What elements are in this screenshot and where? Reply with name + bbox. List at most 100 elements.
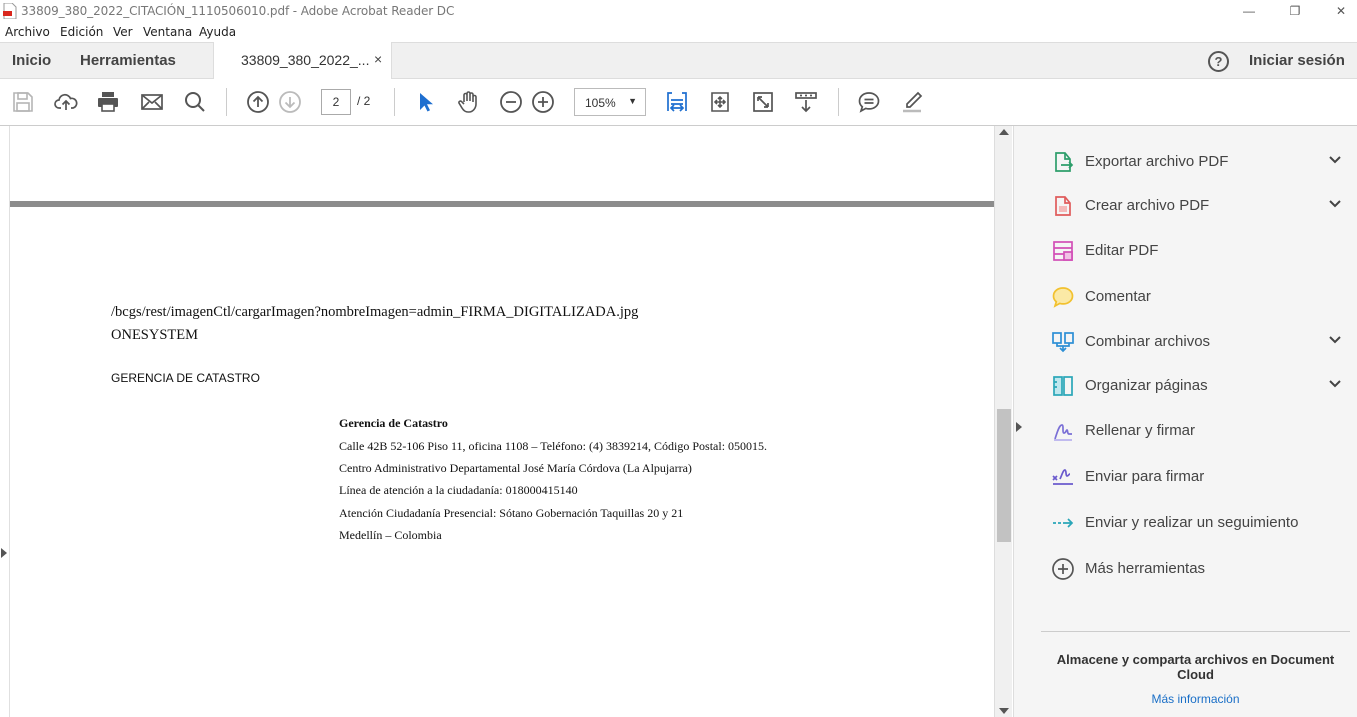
page-number-input[interactable]: 2 bbox=[321, 89, 351, 115]
tool-label: Comentar bbox=[1085, 288, 1151, 305]
document-image-path: /bcgs/rest/imagenCtl/cargarImagen?nombre… bbox=[111, 304, 639, 320]
prev-page-icon[interactable] bbox=[245, 89, 271, 115]
tool-edit-pdf[interactable]: Editar PDF bbox=[1050, 236, 1350, 266]
zoom-in-icon[interactable] bbox=[530, 89, 556, 115]
close-tab-icon[interactable]: × bbox=[374, 51, 382, 67]
scroll-down-icon[interactable] bbox=[999, 708, 1009, 714]
print-icon[interactable] bbox=[95, 89, 121, 115]
page-total: / 2 bbox=[357, 94, 371, 108]
restore-button[interactable]: ❐ bbox=[1272, 0, 1318, 22]
page-border bbox=[9, 126, 10, 717]
zoom-select[interactable]: 105% ▼ bbox=[574, 88, 646, 116]
fit-page-icon[interactable] bbox=[664, 89, 690, 115]
tool-label: Crear archivo PDF bbox=[1085, 197, 1210, 214]
document-viewer[interactable]: /bcgs/rest/imagenCtl/cargarImagen?nombre… bbox=[0, 126, 1023, 717]
toolbar-separator bbox=[226, 88, 227, 116]
comment-icon[interactable] bbox=[856, 89, 882, 115]
full-screen-icon[interactable] bbox=[750, 89, 776, 115]
tab-document[interactable]: 33809_380_2022_... × bbox=[213, 42, 392, 79]
menu-ver[interactable]: Ver bbox=[113, 25, 133, 39]
menu-archivo[interactable]: Archivo bbox=[5, 25, 50, 39]
more-tools-icon bbox=[1050, 556, 1076, 582]
tab-bar: Inicio Herramientas 33809_380_2022_... ×… bbox=[0, 42, 1357, 79]
zoom-value: 105% bbox=[585, 96, 616, 110]
comment-tool-icon bbox=[1050, 284, 1076, 310]
page-separator bbox=[10, 201, 994, 207]
zoom-out-icon[interactable] bbox=[498, 89, 524, 115]
tool-fill-sign[interactable]: Rellenar y firmar bbox=[1050, 416, 1350, 446]
menu-ventana[interactable]: Ventana bbox=[143, 25, 192, 39]
toolbar-separator bbox=[838, 88, 839, 116]
footer-attention: Atención Ciudadanía Presencial: Sótano G… bbox=[339, 506, 684, 520]
save-icon[interactable] bbox=[10, 89, 36, 115]
document-cloud-message: Almacene y comparta archivos en Document… bbox=[1056, 652, 1335, 682]
panel-divider bbox=[1041, 631, 1350, 632]
minimize-button[interactable]: — bbox=[1226, 0, 1272, 22]
chevron-down-icon[interactable] bbox=[1328, 197, 1342, 211]
tool-label: Enviar para firmar bbox=[1085, 468, 1205, 485]
title-bar: 33809_380_2022_CITACIÓN_1110506010.pdf -… bbox=[0, 0, 1357, 22]
tool-label: Enviar y realizar un seguimiento bbox=[1085, 514, 1299, 531]
footer-center: Centro Administrativo Departamental José… bbox=[339, 461, 692, 475]
right-panel-toggle-icon[interactable] bbox=[1016, 422, 1022, 432]
search-icon[interactable] bbox=[182, 89, 208, 115]
tool-label: Rellenar y firmar bbox=[1085, 422, 1196, 439]
close-window-button[interactable]: ✕ bbox=[1318, 0, 1357, 22]
tools-panel: Exportar archivo PDF Crear archivo PDF E… bbox=[1013, 126, 1357, 717]
send-sign-icon bbox=[1050, 464, 1076, 490]
upload-icon[interactable] bbox=[53, 89, 79, 115]
tool-combine-files[interactable]: Combinar archivos bbox=[1050, 327, 1350, 357]
tool-label: Más herramientas bbox=[1085, 560, 1206, 577]
chevron-down-icon: ▼ bbox=[628, 96, 637, 106]
window-title: 33809_380_2022_CITACIÓN_1110506010.pdf -… bbox=[21, 4, 455, 18]
tool-export-pdf[interactable]: Exportar archivo PDF bbox=[1050, 147, 1350, 177]
scroll-thumb[interactable] bbox=[997, 409, 1011, 542]
tool-comment[interactable]: Comentar bbox=[1050, 282, 1350, 312]
menu-bar: Archivo Edición Ver Ventana Ayuda bbox=[0, 22, 1357, 42]
footer-city: Medellín – Colombia bbox=[339, 528, 442, 542]
more-info-link[interactable]: Más información bbox=[1041, 692, 1350, 706]
chevron-down-icon[interactable] bbox=[1328, 153, 1342, 167]
document-company: ONESYSTEM bbox=[111, 327, 199, 343]
create-pdf-icon bbox=[1050, 193, 1076, 219]
document-tab-label: 33809_380_2022_... bbox=[241, 52, 370, 68]
document-department: GERENCIA DE CATASTRO bbox=[111, 371, 260, 385]
edit-pdf-icon bbox=[1050, 238, 1076, 264]
footer-phone: Línea de atención a la ciudadanía: 01800… bbox=[339, 483, 578, 497]
tab-home[interactable]: Inicio bbox=[12, 52, 51, 69]
highlight-icon[interactable] bbox=[899, 89, 925, 115]
tool-create-pdf[interactable]: Crear archivo PDF bbox=[1050, 191, 1350, 221]
footer-heading: Gerencia de Catastro bbox=[339, 416, 448, 430]
footer-address: Calle 42B 52-106 Piso 11, oficina 1108 –… bbox=[339, 439, 768, 453]
menu-ayuda[interactable]: Ayuda bbox=[199, 25, 236, 39]
export-pdf-icon bbox=[1050, 149, 1076, 175]
email-icon[interactable] bbox=[139, 89, 165, 115]
combine-files-icon bbox=[1050, 329, 1076, 355]
acrobat-pdf-icon bbox=[3, 3, 17, 19]
fit-width-icon[interactable] bbox=[707, 89, 733, 115]
tab-tools[interactable]: Herramientas bbox=[80, 52, 176, 69]
chevron-down-icon[interactable] bbox=[1328, 377, 1342, 391]
scroll-up-icon[interactable] bbox=[999, 129, 1009, 135]
fill-sign-icon bbox=[1050, 418, 1076, 444]
select-cursor-icon[interactable] bbox=[412, 89, 438, 115]
tool-label: Exportar archivo PDF bbox=[1085, 153, 1229, 170]
hand-icon[interactable] bbox=[455, 89, 481, 115]
next-page-icon[interactable] bbox=[277, 89, 303, 115]
toolbar: 2 / 2 105% ▼ bbox=[0, 79, 1357, 126]
tool-label: Combinar archivos bbox=[1085, 333, 1211, 350]
tool-send-track[interactable]: Enviar y realizar un seguimiento bbox=[1050, 508, 1350, 538]
menu-edicion[interactable]: Edición bbox=[60, 25, 103, 39]
tool-organize-pages[interactable]: Organizar páginas bbox=[1050, 371, 1350, 401]
chevron-down-icon[interactable] bbox=[1328, 333, 1342, 347]
help-icon[interactable]: ? bbox=[1208, 51, 1229, 72]
tool-label: Organizar páginas bbox=[1085, 377, 1208, 394]
organize-pages-icon bbox=[1050, 373, 1076, 399]
tool-label: Editar PDF bbox=[1085, 242, 1159, 259]
scrolling-mode-icon[interactable] bbox=[793, 89, 819, 115]
tool-send-for-signature[interactable]: Enviar para firmar bbox=[1050, 462, 1350, 492]
left-panel-toggle-icon[interactable] bbox=[1, 548, 7, 558]
sign-in-link[interactable]: Iniciar sesión bbox=[1249, 52, 1345, 69]
vertical-scrollbar[interactable] bbox=[994, 126, 1012, 717]
tool-more-tools[interactable]: Más herramientas bbox=[1050, 554, 1350, 584]
